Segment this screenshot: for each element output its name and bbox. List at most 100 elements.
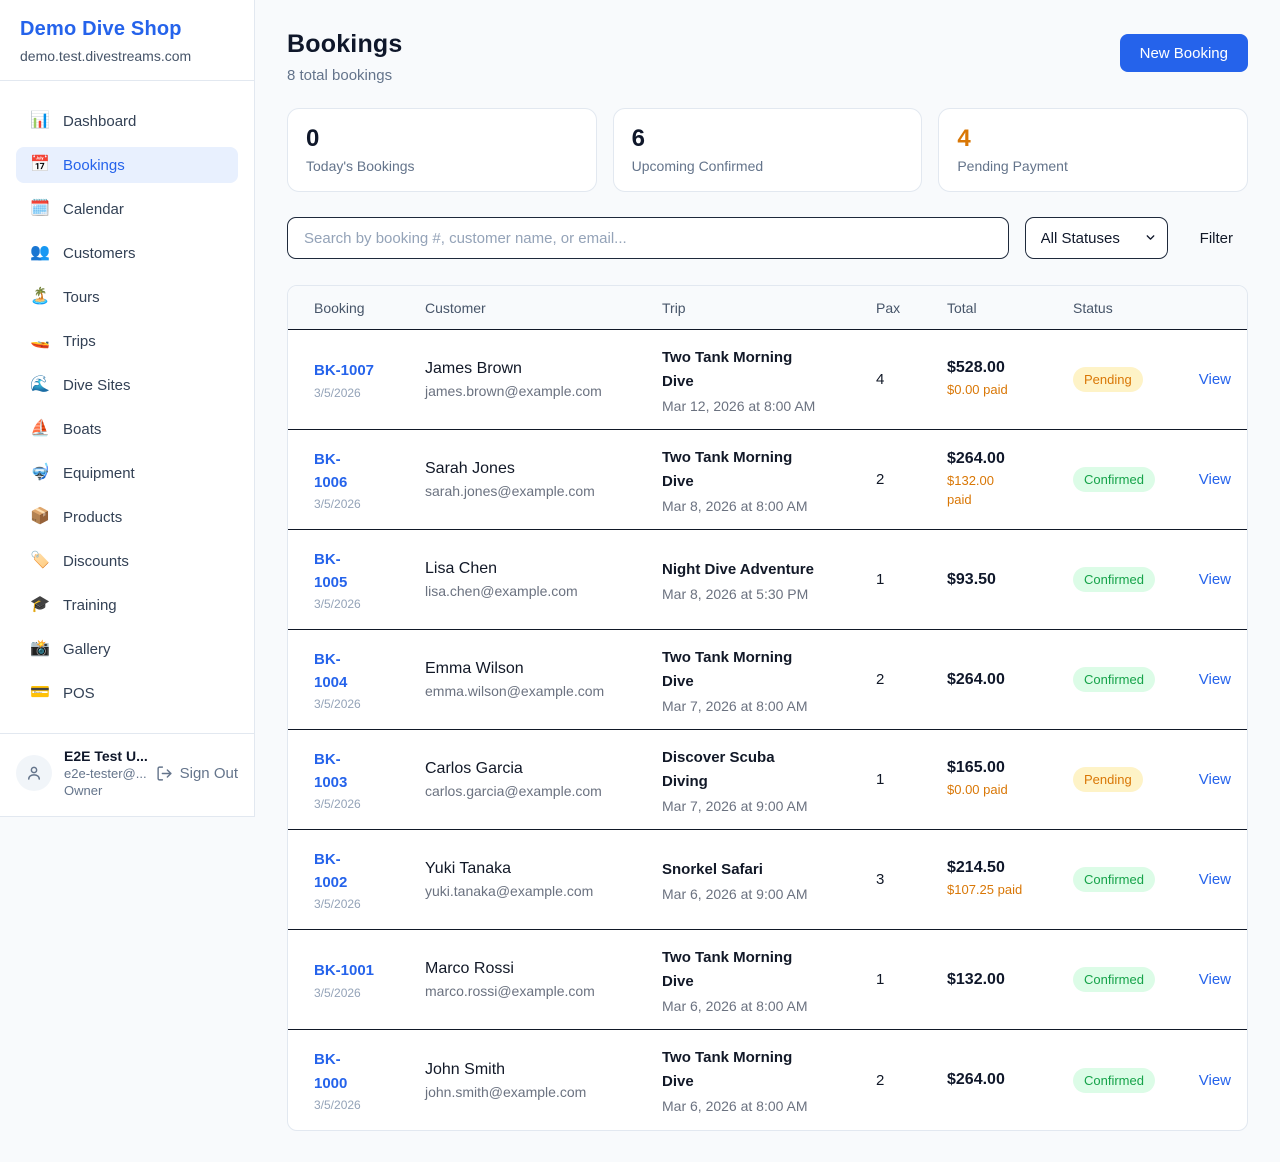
- avatar: [16, 755, 52, 791]
- booking-id-link[interactable]: BK- 1002: [314, 848, 347, 895]
- sidebar-item-calendar[interactable]: 🗓️ Calendar: [16, 191, 238, 227]
- table-row: BK- 1006 3/5/2026 Sarah Jones sarah.jone…: [288, 430, 1247, 530]
- view-link[interactable]: View: [1199, 671, 1231, 688]
- customer-email: yuki.tanaka@example.com: [425, 883, 662, 899]
- booking-id-link[interactable]: BK- 1000: [314, 1048, 347, 1095]
- sidebar-item-label: Calendar: [63, 201, 124, 218]
- bookings-table: Booking Customer Trip Pax Total Status B…: [287, 285, 1248, 1131]
- paid-amount: $132.00 paid: [947, 472, 1073, 510]
- sidebar-item-label: Bookings: [63, 157, 125, 174]
- sidebar-item-customers[interactable]: 👥 Customers: [16, 235, 238, 271]
- view-link[interactable]: View: [1199, 771, 1231, 788]
- logout-icon: [156, 765, 173, 782]
- trip-name: Two Tank Morning Dive: [662, 946, 876, 994]
- total-amount: $264.00: [947, 671, 1073, 689]
- booking-date: 3/5/2026: [314, 1098, 425, 1112]
- trip-datetime: Mar 6, 2026 at 9:00 AM: [662, 886, 876, 902]
- sidebar-item-label: Customers: [63, 245, 136, 262]
- stat-card-todays-bookings: 0 Today's Bookings: [287, 108, 597, 192]
- user-role: Owner: [64, 783, 144, 798]
- sidebar-item-label: Training: [63, 597, 117, 614]
- trip-datetime: Mar 8, 2026 at 8:00 AM: [662, 498, 876, 514]
- sidebar-item-label: Dashboard: [63, 113, 136, 130]
- trip-datetime: Mar 7, 2026 at 9:00 AM: [662, 798, 876, 814]
- status-badge: Confirmed: [1073, 967, 1155, 992]
- booking-id-link[interactable]: BK- 1004: [314, 648, 347, 695]
- booking-id-link[interactable]: BK-1001: [314, 959, 374, 982]
- user-panel: E2E Test U... e2e-tester@... Owner Sign …: [0, 733, 254, 816]
- customer-email: john.smith@example.com: [425, 1084, 662, 1100]
- customer-email: carlos.garcia@example.com: [425, 783, 662, 799]
- sidebar-item-label: Products: [63, 509, 122, 526]
- sidebar: Demo Dive Shop demo.test.divestreams.com…: [0, 0, 255, 817]
- booking-id-link[interactable]: BK- 1005: [314, 548, 347, 595]
- search-input[interactable]: [287, 217, 1009, 259]
- sidebar-item-label: POS: [63, 685, 95, 702]
- column-header-customer: Customer: [425, 300, 662, 316]
- total-amount: $132.00: [947, 971, 1073, 989]
- column-header-status: Status: [1073, 300, 1194, 316]
- booking-id-link[interactable]: BK- 1003: [314, 748, 347, 795]
- total-amount: $264.00: [947, 450, 1073, 468]
- booking-date: 3/5/2026: [314, 897, 425, 911]
- page-header: Bookings 8 total bookings New Booking: [287, 30, 1248, 84]
- booking-id-link[interactable]: BK-1007: [314, 359, 374, 382]
- filter-button[interactable]: Filter: [1185, 230, 1248, 247]
- view-link[interactable]: View: [1199, 371, 1231, 388]
- column-header-total: Total: [947, 300, 1073, 316]
- view-link[interactable]: View: [1199, 1072, 1231, 1089]
- sidebar-item-label: Trips: [63, 333, 96, 350]
- calendar-icon: 📅: [29, 157, 51, 173]
- column-header-booking: Booking: [314, 300, 425, 316]
- view-link[interactable]: View: [1199, 571, 1231, 588]
- customer-email: emma.wilson@example.com: [425, 683, 662, 699]
- trip-name: Two Tank Morning Dive: [662, 446, 876, 494]
- sidebar-item-dashboard[interactable]: 📊 Dashboard: [16, 103, 238, 139]
- status-filter-select[interactable]: All Statuses: [1025, 217, 1168, 259]
- sidebar-item-trips[interactable]: 🚤 Trips: [16, 323, 238, 359]
- speedboat-icon: 🚤: [29, 333, 51, 349]
- booking-date: 3/5/2026: [314, 597, 425, 611]
- customer-name: Carlos Garcia: [425, 760, 662, 778]
- customer-name: Lisa Chen: [425, 560, 662, 578]
- sidebar-item-gallery[interactable]: 📸 Gallery: [16, 631, 238, 667]
- trip-datetime: Mar 8, 2026 at 5:30 PM: [662, 586, 876, 602]
- table-row: BK- 1004 3/5/2026 Emma Wilson emma.wilso…: [288, 630, 1247, 730]
- wave-icon: 🌊: [29, 377, 51, 393]
- view-link[interactable]: View: [1199, 471, 1231, 488]
- sign-out-button[interactable]: Sign Out: [156, 765, 238, 782]
- booking-date: 3/5/2026: [314, 697, 425, 711]
- sidebar-item-discounts[interactable]: 🏷️ Discounts: [16, 543, 238, 579]
- table-row: BK- 1002 3/5/2026 Yuki Tanaka yuki.tanak…: [288, 830, 1247, 930]
- stat-value: 0: [306, 125, 578, 153]
- user-name: E2E Test U...: [64, 748, 144, 764]
- stat-label: Today's Bookings: [306, 158, 578, 174]
- sidebar-item-training[interactable]: 🎓 Training: [16, 587, 238, 623]
- trip-datetime: Mar 6, 2026 at 8:00 AM: [662, 998, 876, 1014]
- view-link[interactable]: View: [1199, 971, 1231, 988]
- customer-name: John Smith: [425, 1061, 662, 1079]
- booking-id-link[interactable]: BK- 1006: [314, 448, 347, 495]
- total-amount: $93.50: [947, 571, 1073, 589]
- sidebar-item-products[interactable]: 📦 Products: [16, 499, 238, 535]
- sidebar-item-dive-sites[interactable]: 🌊 Dive Sites: [16, 367, 238, 403]
- brand-name: Demo Dive Shop: [20, 18, 234, 41]
- booking-date: 3/5/2026: [314, 497, 425, 511]
- island-icon: 🏝️: [29, 289, 51, 305]
- trip-name: Two Tank Morning Dive: [662, 646, 876, 694]
- sidebar-item-bookings[interactable]: 📅 Bookings: [16, 147, 238, 183]
- sidebar-item-boats[interactable]: ⛵ Boats: [16, 411, 238, 447]
- status-badge: Pending: [1073, 767, 1143, 792]
- sidebar-item-equipment[interactable]: 🤿 Equipment: [16, 455, 238, 491]
- new-booking-button[interactable]: New Booking: [1120, 34, 1248, 72]
- calendar-pad-icon: 🗓️: [29, 201, 51, 217]
- trip-name: Night Dive Adventure: [662, 558, 876, 582]
- view-link[interactable]: View: [1199, 871, 1231, 888]
- paid-amount: $107.25 paid: [947, 881, 1073, 900]
- stat-value: 4: [957, 125, 1229, 153]
- graduation-cap-icon: 🎓: [29, 597, 51, 613]
- user-email: e2e-tester@...: [64, 766, 144, 781]
- column-header-pax: Pax: [876, 300, 947, 316]
- sidebar-item-pos[interactable]: 💳 POS: [16, 675, 238, 711]
- sidebar-item-tours[interactable]: 🏝️ Tours: [16, 279, 238, 315]
